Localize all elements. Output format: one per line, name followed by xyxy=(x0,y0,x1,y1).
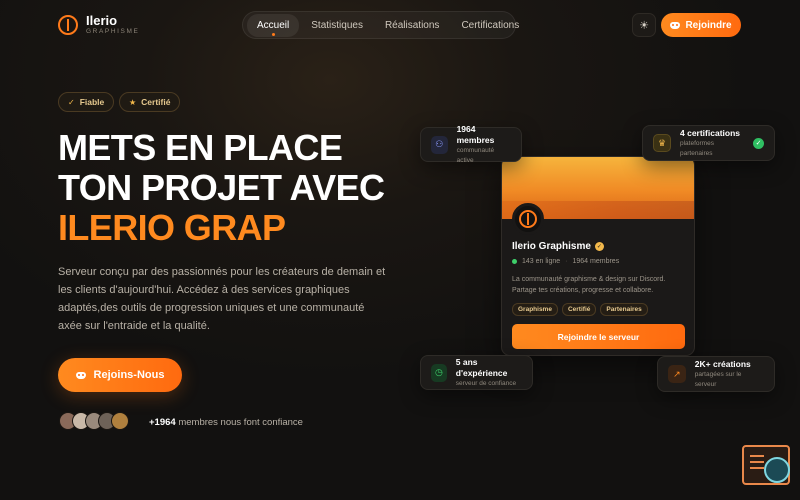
avatar xyxy=(111,412,129,430)
hero-title-line-2: TON PROJET AVEC xyxy=(58,167,385,208)
theme-toggle-button[interactable]: ☀ xyxy=(632,13,656,37)
members-stat-card: ⚇ 1964 membres communauté active xyxy=(420,123,522,164)
members-stat-title: 1964 membres xyxy=(456,123,495,145)
server-card: Ilerio Graphisme ✓ 143 en ligne · 1964 m… xyxy=(501,156,695,356)
brand-name: Ilerio xyxy=(86,13,118,28)
nav-item-certifications[interactable]: Certifications xyxy=(451,14,529,37)
discord-icon xyxy=(670,21,681,29)
clock-icon: ◷ xyxy=(431,363,447,382)
tag-graphisme: Graphisme xyxy=(512,303,558,316)
hero-description: Serveur conçu par des passionnés pour le… xyxy=(58,266,386,332)
server-online: 143 en ligne xyxy=(522,258,561,265)
creations-stat-title: 2K+ créations xyxy=(694,358,751,369)
join-server-button[interactable]: Rejoindre le serveur xyxy=(512,324,685,349)
server-name-row: Ilerio Graphisme ✓ xyxy=(512,241,604,252)
discord-icon xyxy=(75,371,86,379)
check-icon: ✓ xyxy=(68,97,75,107)
trend-icon: ↗ xyxy=(668,365,686,383)
hero-title-line-3: ILERIO GRAP xyxy=(58,207,286,248)
hero-title-line-1: METS EN PLACE xyxy=(58,127,343,168)
certifications-stat-title: 4 certifications xyxy=(680,127,740,138)
join-button[interactable]: Rejoindre xyxy=(661,13,741,37)
certifications-stat-sub: plateformes partenaires xyxy=(680,139,714,157)
menu-lines-icon xyxy=(750,455,764,457)
join-button-label: Rejoindre xyxy=(685,19,732,31)
floating-tool-widget[interactable] xyxy=(742,445,790,485)
badge-fiable: ✓ Fiable xyxy=(58,92,115,112)
top-navbar: Ilerio GRAPHISME Accueil Statistiques Ré… xyxy=(0,0,800,50)
brand-logo-link[interactable]: Ilerio GRAPHISME xyxy=(58,14,139,36)
search-icon xyxy=(764,457,790,483)
star-icon: ★ xyxy=(129,97,137,107)
nav-item-accueil[interactable]: Accueil xyxy=(247,13,300,37)
trust-label: membres nous font confiance xyxy=(178,417,303,428)
server-description: La communauté graphisme & design sur Dis… xyxy=(512,276,666,294)
members-stat-sub: communauté active xyxy=(456,146,495,164)
brand-subtitle: GRAPHISME xyxy=(86,28,140,35)
users-icon: ⚇ xyxy=(431,135,448,154)
nav-item-realisations[interactable]: Réalisations xyxy=(375,14,449,37)
brand-logo-icon xyxy=(58,15,78,35)
certifications-stat-card: ♛ 4 certifications plateformes partenair… xyxy=(642,125,775,161)
creations-stat-card: ↗ 2K+ créations partagées sur le serveur xyxy=(657,356,775,392)
experience-stat-title: 5 ans d'expérience xyxy=(455,356,508,378)
sun-icon: ☀ xyxy=(639,19,649,32)
verified-icon: ✓ xyxy=(594,242,604,251)
hero-title: METS EN PLACE TON PROJET AVEC ILERIO GRA… xyxy=(58,127,385,248)
trust-count: +1964 xyxy=(149,417,176,428)
online-dot-icon xyxy=(512,259,517,264)
server-name: Ilerio Graphisme xyxy=(512,241,591,252)
experience-stat-card: ◷ 5 ans d'expérience serveur de confianc… xyxy=(420,355,533,390)
badge-fiable-label: Fiable xyxy=(79,97,105,107)
cta-label: Rejoins-Nous xyxy=(93,369,165,381)
tag-certifie: Certifié xyxy=(561,303,597,316)
check-circle-icon: ✓ xyxy=(753,137,764,149)
member-avatars xyxy=(59,412,129,430)
badge-certifie: ★ Certifié xyxy=(119,92,181,112)
experience-stat-sub: serveur de confiance xyxy=(455,379,517,387)
rejoins-nous-button[interactable]: Rejoins-Nous xyxy=(58,358,182,392)
creations-stat-sub: partagées sur le serveur xyxy=(694,370,742,388)
badge-certifie-label: Certifié xyxy=(141,97,171,107)
tag-partenaires: Partenaires xyxy=(600,303,648,316)
server-stats: 143 en ligne · 1964 membres xyxy=(512,258,619,265)
trust-text: +1964 membres nous font confiance xyxy=(149,417,303,428)
nav-item-statistiques[interactable]: Statistiques xyxy=(301,14,373,37)
server-members: 1964 membres xyxy=(572,258,620,265)
server-avatar xyxy=(512,203,544,235)
server-logo-icon xyxy=(519,210,537,228)
main-menu: Accueil Statistiques Réalisations Certif… xyxy=(242,11,519,39)
server-tags: Graphisme Certifié Partenaires xyxy=(512,303,648,316)
award-icon: ♛ xyxy=(653,134,671,152)
